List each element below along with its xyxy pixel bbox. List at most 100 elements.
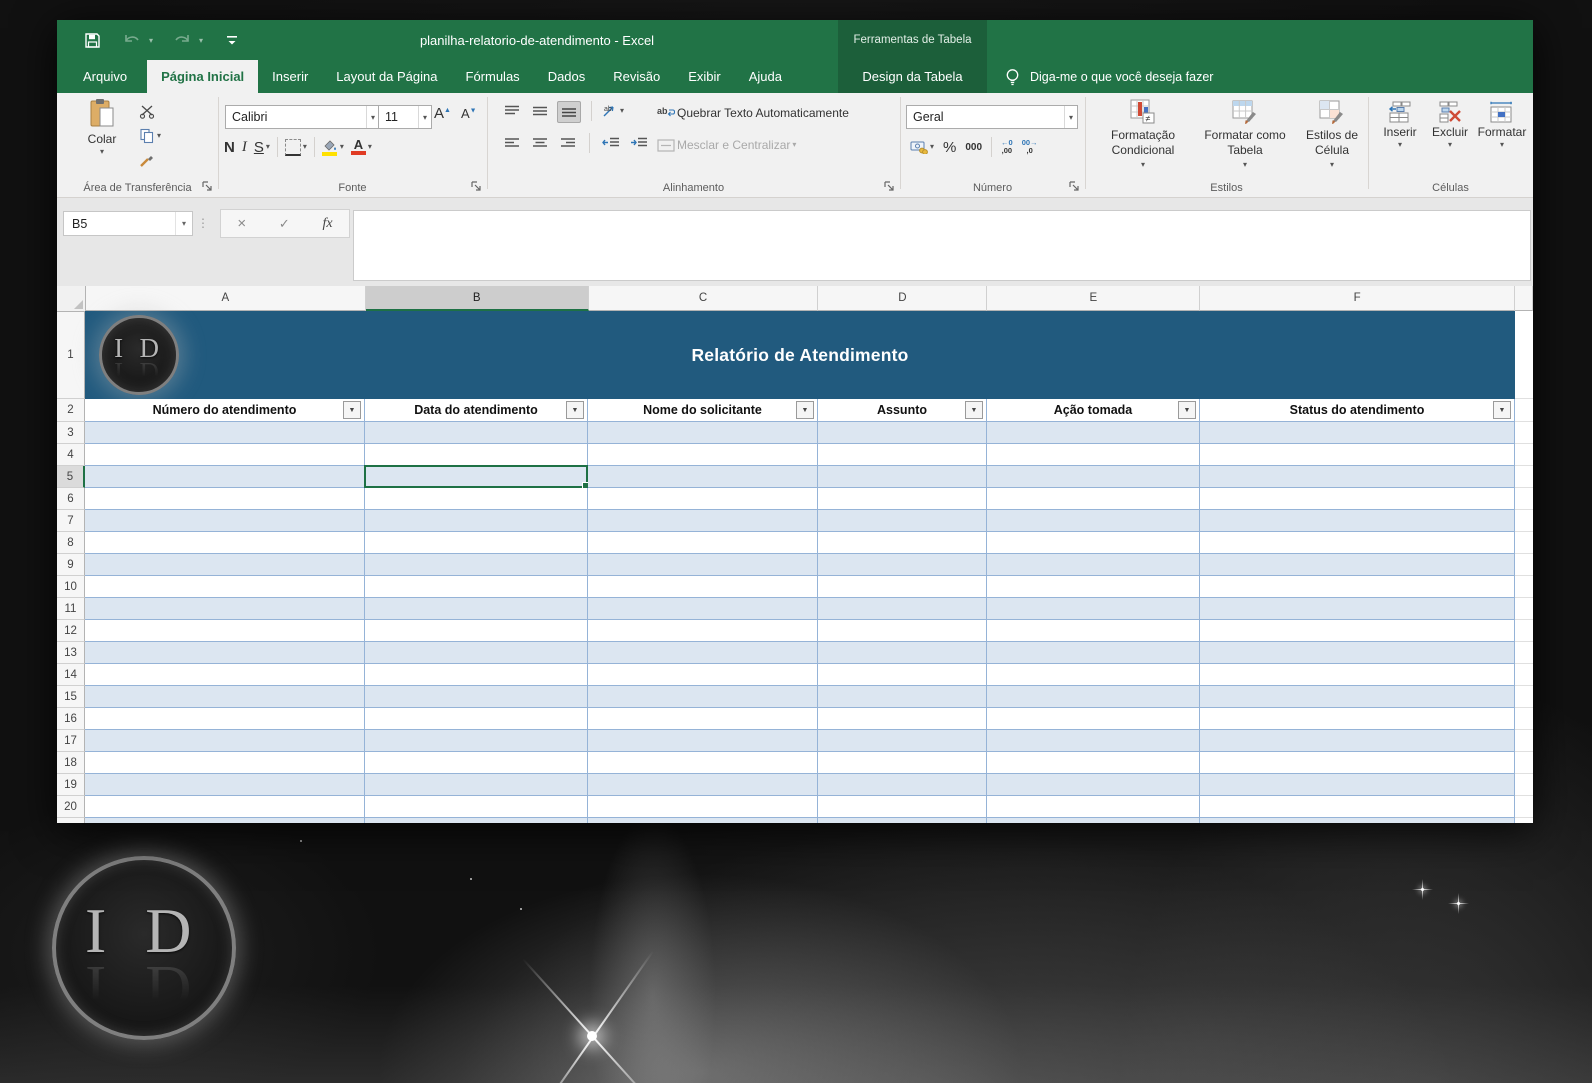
cut-button[interactable]	[139, 101, 161, 121]
cell-sliver-6[interactable]	[1515, 488, 1533, 510]
cell-F11[interactable]	[1200, 598, 1515, 620]
underline-dropdown-caret[interactable]: ▾	[266, 143, 270, 151]
table-header-cell-F2[interactable]: Status do atendimento ▼	[1200, 399, 1515, 422]
cell-A14[interactable]	[85, 664, 365, 686]
cell-D20[interactable]	[818, 796, 987, 818]
tab-exibir[interactable]: Exibir	[674, 60, 735, 93]
cell-B8[interactable]	[365, 532, 588, 554]
font-color-dropdown-caret[interactable]: ▾	[368, 143, 372, 151]
cell-F19[interactable]	[1200, 774, 1515, 796]
cell-D4[interactable]	[818, 444, 987, 466]
cell-C4[interactable]	[588, 444, 818, 466]
cell-B12[interactable]	[365, 620, 588, 642]
cell-B7[interactable]	[365, 510, 588, 532]
cell-E18[interactable]	[987, 752, 1200, 774]
cell-A21[interactable]	[85, 818, 365, 823]
delete-cells-button[interactable]: Excluir ▾	[1426, 101, 1474, 149]
cell-B19[interactable]	[365, 774, 588, 796]
cell-C7[interactable]	[588, 510, 818, 532]
cell-D5[interactable]	[818, 466, 987, 488]
cell-sliver-19[interactable]	[1515, 774, 1533, 796]
align-center-button[interactable]	[529, 133, 551, 153]
name-box[interactable]: B5 ▾	[63, 211, 193, 236]
cell-C20[interactable]	[588, 796, 818, 818]
cell-D7[interactable]	[818, 510, 987, 532]
format-cells-button[interactable]: Formatar ▾	[1476, 101, 1528, 149]
cell-D13[interactable]	[818, 642, 987, 664]
cell-sliver-12[interactable]	[1515, 620, 1533, 642]
cell-A10[interactable]	[85, 576, 365, 598]
cell-C9[interactable]	[588, 554, 818, 576]
cell-sliver-20[interactable]	[1515, 796, 1533, 818]
row-header-20[interactable]: 20	[57, 796, 85, 818]
cell-C17[interactable]	[588, 730, 818, 752]
cell-sliver-10[interactable]	[1515, 576, 1533, 598]
cell-styles-button[interactable]: Estilos de Célula ▾	[1301, 99, 1363, 169]
cell-A9[interactable]	[85, 554, 365, 576]
cell-D21[interactable]	[818, 818, 987, 823]
cell-sliver-13[interactable]	[1515, 642, 1533, 664]
select-all-corner[interactable]	[57, 286, 86, 312]
row-header-5[interactable]: 5	[57, 466, 85, 488]
cell-E6[interactable]	[987, 488, 1200, 510]
cell-A20[interactable]	[85, 796, 365, 818]
cell-C12[interactable]	[588, 620, 818, 642]
filter-dropdown-button[interactable]: ▼	[1178, 401, 1196, 419]
row-header-18[interactable]: 18	[57, 752, 85, 774]
cell-C10[interactable]	[588, 576, 818, 598]
cell-sliver-3[interactable]	[1515, 422, 1533, 444]
cell-D9[interactable]	[818, 554, 987, 576]
cell-F13[interactable]	[1200, 642, 1515, 664]
row-header-4[interactable]: 4	[57, 444, 85, 466]
align-left-button[interactable]	[501, 133, 523, 153]
row-header-7[interactable]: 7	[57, 510, 85, 532]
filter-dropdown-button[interactable]: ▼	[796, 401, 814, 419]
insert-function-button[interactable]: fx	[323, 216, 333, 232]
wrap-text-button[interactable]: ab Quebrar Texto Automaticamente	[657, 103, 849, 123]
increase-decimal-button[interactable]: ←0,00	[1001, 139, 1013, 155]
cell-E5[interactable]	[987, 466, 1200, 488]
cell-F12[interactable]	[1200, 620, 1515, 642]
table-header-cell-A2[interactable]: Número do atendimento ▼	[85, 399, 365, 422]
cell-sliver-2[interactable]	[1515, 399, 1533, 422]
cell-E8[interactable]	[987, 532, 1200, 554]
tab-revisao[interactable]: Revisão	[599, 60, 674, 93]
cell-F7[interactable]	[1200, 510, 1515, 532]
table-header-cell-B2[interactable]: Data do atendimento ▼	[365, 399, 588, 422]
accounting-format-button[interactable]: ▾	[910, 137, 934, 157]
cell-E19[interactable]	[987, 774, 1200, 796]
cell-B9[interactable]	[365, 554, 588, 576]
tab-formulas[interactable]: Fórmulas	[452, 60, 534, 93]
column-header-A[interactable]: A	[85, 286, 366, 311]
cell-E10[interactable]	[987, 576, 1200, 598]
cell-D17[interactable]	[818, 730, 987, 752]
cell-F21[interactable]	[1200, 818, 1515, 823]
paste-dropdown-caret[interactable]: ▾	[100, 148, 104, 156]
cell-A6[interactable]	[85, 488, 365, 510]
cell-C11[interactable]	[588, 598, 818, 620]
decrease-decimal-button[interactable]: 00→ ,0	[1022, 139, 1038, 155]
font-color-button[interactable]: A ▾	[350, 137, 372, 157]
column-header-B[interactable]: B	[365, 286, 589, 311]
cell-D6[interactable]	[818, 488, 987, 510]
tell-me-box[interactable]: Diga-me o que você deseja fazer	[1005, 60, 1213, 93]
cell-sliver-8[interactable]	[1515, 532, 1533, 554]
cell-A16[interactable]	[85, 708, 365, 730]
cell-E14[interactable]	[987, 664, 1200, 686]
format-painter-button[interactable]	[139, 151, 161, 171]
align-right-button[interactable]	[557, 133, 579, 153]
row-header-6[interactable]: 6	[57, 488, 85, 510]
percent-style-button[interactable]: %	[943, 139, 956, 156]
undo-dropdown-caret[interactable]: ▾	[149, 36, 153, 45]
cell-A13[interactable]	[85, 642, 365, 664]
cell-C8[interactable]	[588, 532, 818, 554]
cell-B10[interactable]	[365, 576, 588, 598]
tab-pagina-inicial[interactable]: Página Inicial	[147, 60, 259, 93]
cell-B14[interactable]	[365, 664, 588, 686]
column-header-F[interactable]: F	[1200, 286, 1516, 311]
formula-bar-input[interactable]	[353, 210, 1531, 281]
font-size-combo[interactable]: 11 ▾	[378, 105, 432, 129]
cell-A8[interactable]	[85, 532, 365, 554]
cell-A4[interactable]	[85, 444, 365, 466]
cell-F10[interactable]	[1200, 576, 1515, 598]
